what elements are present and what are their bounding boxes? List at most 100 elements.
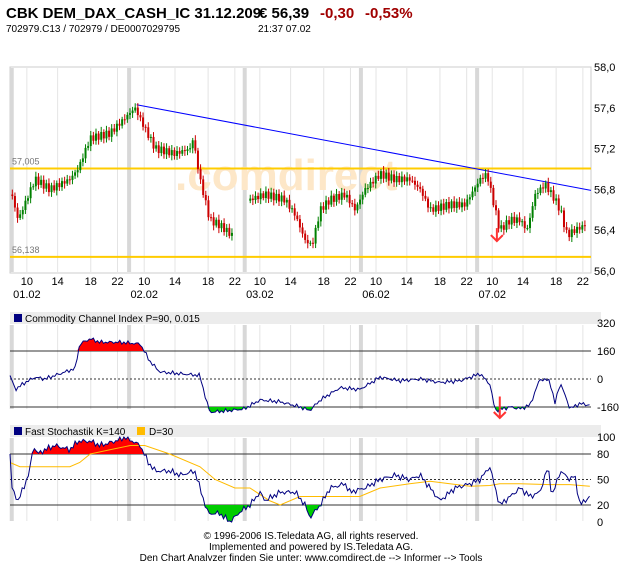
candle-body [361,194,364,200]
indicator-tick-label: 20 [597,500,609,512]
candle-body [249,198,252,201]
candle-body [251,198,254,201]
candle-body [502,225,505,230]
candle-body [191,140,194,149]
candle-body [528,217,531,229]
hour-tick-label: 18 [85,276,97,288]
candle-body [565,227,568,230]
candle-body [481,177,484,179]
candle-body [157,145,160,154]
stoch-d-legend-swatch [137,427,145,435]
candle-body [411,180,414,182]
candle-body [557,198,560,211]
candle-body [581,225,584,230]
candle-body [544,182,547,189]
candle-body [547,182,550,193]
candle-body [94,133,97,141]
candle-body [437,205,440,211]
candle-body [217,219,220,229]
candle-body [536,192,539,194]
candle-body [283,195,286,203]
hour-tick-label: 18 [202,276,214,288]
candle-body [60,181,63,188]
candle-body [458,201,461,208]
indicator-tick-label: 160 [597,346,615,358]
candle-body [285,199,288,203]
candle-body [170,150,173,156]
candle-body [552,190,555,201]
candle-body [513,216,516,223]
candle-body [32,186,35,188]
candle-body [330,195,333,205]
candle-body [338,194,341,200]
candle-body [583,225,586,227]
candle-body [447,202,450,209]
support-label: 57,005 [12,156,40,166]
candle-body [474,187,477,192]
candle-body [445,202,448,210]
candle-body [489,181,492,188]
candle-body [37,176,40,185]
candle-body [390,174,393,181]
candle-body [136,107,139,116]
candle-body [322,206,325,210]
candle-body [427,198,430,208]
candle-body [27,198,30,201]
candle-body [47,183,50,193]
footer-link-info: Den Chart Analyzer finden Sie unter: www… [140,553,483,561]
candle-body [162,146,165,155]
price-tick-label: 56,8 [594,184,615,196]
candle-body [319,206,322,222]
indicator-tick-label: 0 [597,517,603,529]
candle-body [345,194,348,198]
candle-body [497,210,500,229]
candle-body [259,193,262,200]
candle-body [223,223,226,233]
candle-body [121,119,124,126]
candle-body [400,176,403,183]
candle-body [369,181,372,188]
hour-tick-label: 22 [461,276,473,288]
indicator-tick-label: 0 [597,374,603,386]
candle-body [50,185,53,193]
candle-body [76,170,79,173]
hour-tick-label: 10 [254,276,266,288]
cci-panel [10,324,591,410]
candle-body [568,229,571,238]
candle-body [210,217,213,219]
candle-body [348,194,351,204]
candle-body [476,183,479,188]
candle-body [280,195,283,202]
candle-body [442,203,445,210]
candle-body [570,229,573,238]
candle-body [63,181,66,184]
candle-body [309,242,312,244]
candle-body [262,193,265,199]
candle-body [377,175,380,179]
indicator-tick-label: 50 [597,475,609,487]
candle-body [518,217,521,223]
candle-body [468,197,471,200]
candle-body [578,226,581,230]
candle-body [275,193,278,201]
candle-body [40,179,43,185]
candle-body [542,187,545,189]
candle-body [113,128,116,132]
candle-body [327,200,330,205]
candle-body [343,192,346,198]
candle-body [126,114,129,120]
candle-body [576,226,579,233]
candle-body [416,184,419,187]
hour-tick-label: 22 [344,276,356,288]
candle-body [314,227,317,244]
date-tick-label: 02.02 [130,289,158,301]
indicator-tick-label: -160 [597,402,619,414]
candle-body [539,187,542,193]
candle-body [455,201,458,208]
candle-body [526,228,529,230]
indicator-tick-label: 320 [597,318,615,330]
candle-body [272,192,275,201]
candle-body [16,207,19,218]
candle-body [45,183,48,189]
candle-body [560,210,563,212]
